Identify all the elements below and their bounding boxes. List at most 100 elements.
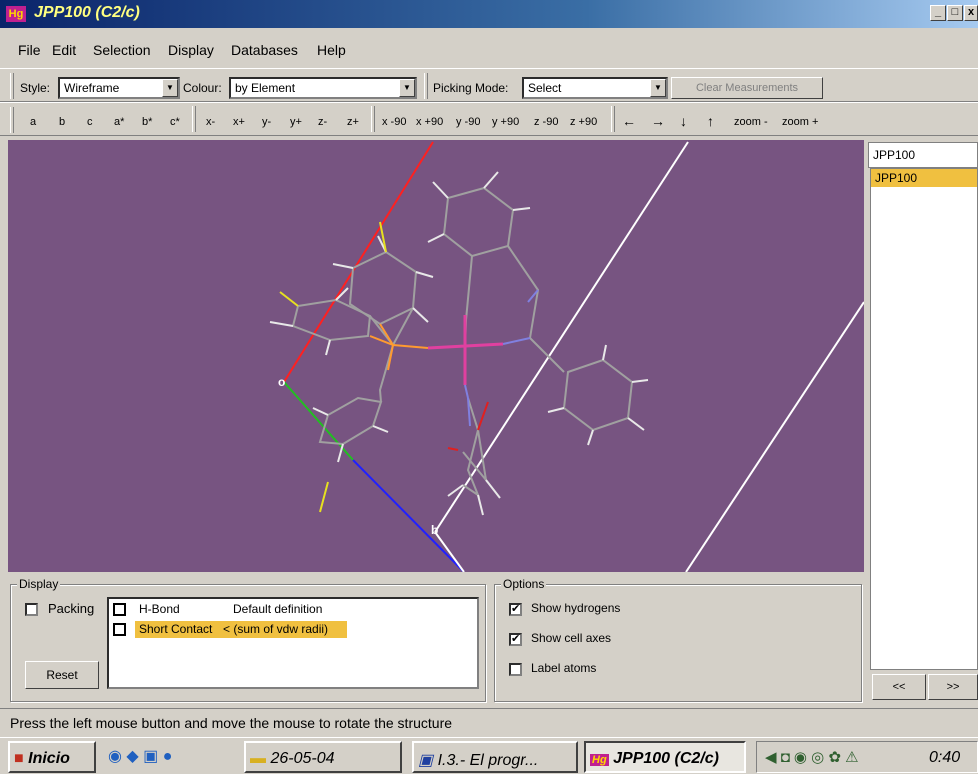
- hbond-checkbox[interactable]: [113, 603, 126, 616]
- contacts-list[interactable]: H-Bond Default definition Short Contact …: [107, 597, 479, 689]
- move-y-minus-button[interactable]: y-: [262, 116, 271, 128]
- view-b-button[interactable]: b: [59, 116, 65, 128]
- hydrogen-bonds: [269, 171, 649, 516]
- toolbar-separator: [192, 106, 196, 132]
- structure-list-item[interactable]: JPP100: [871, 169, 977, 187]
- view-b-star-button[interactable]: b*: [142, 116, 152, 128]
- maximize-button[interactable]: □: [947, 5, 963, 21]
- toolbar-grip[interactable]: [424, 73, 428, 99]
- quick-launch-icons[interactable]: ◉ ◆ ▣ ●: [108, 746, 172, 766]
- toolbar-separator: [371, 106, 375, 132]
- picking-mode-label: Picking Mode:: [433, 81, 509, 95]
- next-structure-button[interactable]: >>: [928, 674, 978, 700]
- move-z-minus-button[interactable]: z-: [318, 116, 327, 128]
- clock: 0:40: [929, 749, 961, 766]
- show-hydrogens-label: Show hydrogens: [531, 601, 621, 615]
- move-x-minus-button[interactable]: x-: [206, 116, 215, 128]
- nitrogen-bonds: [464, 289, 539, 427]
- show-hydrogens-checkbox[interactable]: ✔: [509, 603, 522, 616]
- style-select[interactable]: Wireframe ▼: [58, 77, 180, 99]
- toolbar-grip[interactable]: [10, 107, 14, 133]
- app-logo-icon: Hg: [6, 6, 26, 22]
- toolbar-separator: [611, 106, 615, 132]
- app-logo-icon: Hg: [590, 754, 609, 766]
- menu-file[interactable]: File: [18, 42, 41, 58]
- chevron-down-icon[interactable]: ▼: [399, 79, 415, 97]
- picking-mode-select[interactable]: Select ▼: [522, 77, 668, 99]
- colour-select[interactable]: by Element ▼: [229, 77, 417, 99]
- menu-edit[interactable]: Edit: [52, 42, 76, 58]
- toolbar-grip[interactable]: [10, 73, 14, 99]
- style-label: Style:: [20, 81, 51, 95]
- status-bar: Press the left mouse button and move the…: [0, 708, 978, 736]
- view-a-button[interactable]: a: [30, 116, 36, 128]
- folder-icon: ▬: [250, 750, 266, 767]
- view-c-star-button[interactable]: c*: [170, 116, 180, 128]
- arrow-left-icon[interactable]: ←: [622, 113, 636, 129]
- rotate-z-plus-button[interactable]: z +90: [570, 116, 597, 128]
- chevron-down-icon[interactable]: ▼: [162, 79, 178, 97]
- structure-list[interactable]: JPP100: [870, 168, 978, 670]
- clear-measurements-button[interactable]: Clear Measurements: [671, 77, 823, 99]
- move-y-plus-button[interactable]: y+: [290, 116, 302, 128]
- menu-selection[interactable]: Selection: [93, 42, 151, 58]
- axis-label-origin: o: [278, 375, 285, 389]
- menu-display[interactable]: Display: [168, 42, 214, 58]
- menu-help[interactable]: Help: [317, 42, 346, 58]
- rotate-x-minus-button[interactable]: x -90: [382, 116, 406, 128]
- show-cell-axes-checkbox[interactable]: ✔: [509, 633, 522, 646]
- arrow-down-icon[interactable]: ↓: [680, 113, 687, 129]
- title-bar: Hg JPP100 (C2/c) _ □ x: [0, 0, 978, 28]
- view-c-button[interactable]: c: [87, 116, 93, 128]
- taskbar-folder-button[interactable]: ▬ 26-05-04: [244, 741, 402, 773]
- structure-viewport[interactable]: o b: [8, 140, 864, 572]
- reset-button[interactable]: Reset: [25, 661, 99, 689]
- menu-bar: File Edit Selection Display Databases He…: [0, 28, 978, 68]
- packing-checkbox[interactable]: [25, 603, 38, 616]
- view-a-star-button[interactable]: a*: [114, 116, 124, 128]
- close-button[interactable]: x: [964, 5, 978, 21]
- cell-edge: [434, 531, 465, 572]
- arrow-up-icon[interactable]: ↑: [707, 113, 714, 129]
- structure-name-field[interactable]: JPP100: [868, 142, 978, 168]
- display-group: Display Packing Reset H-Bond Default def…: [10, 577, 486, 702]
- tray-icons[interactable]: ◀ ◘ ◉ ◎ ✿ ⚠: [765, 748, 859, 766]
- move-z-plus-button[interactable]: z+: [347, 116, 359, 128]
- zoom-out-button[interactable]: zoom -: [734, 116, 768, 128]
- taskbar: ■ Inicio ◉ ◆ ▣ ● ▬ 26-05-04 ▣ I.3.- El p…: [0, 737, 978, 774]
- taskbar-app-button[interactable]: Hg JPP100 (C2/c): [584, 741, 746, 773]
- previous-structure-button[interactable]: <<: [872, 674, 926, 700]
- system-tray: ◀ ◘ ◉ ◎ ✿ ⚠ 0:40: [756, 741, 978, 773]
- folder-label: 26-05-04: [270, 750, 335, 767]
- phosphorus-bonds: [369, 323, 429, 371]
- arrow-right-icon[interactable]: →: [651, 113, 665, 129]
- rotate-z-minus-button[interactable]: z -90: [534, 116, 558, 128]
- fluorine-bonds: [279, 221, 387, 513]
- show-cell-axes-label: Show cell axes: [531, 631, 612, 645]
- cell-edge: [434, 141, 689, 533]
- chevron-down-icon[interactable]: ▼: [650, 79, 666, 97]
- minimize-button[interactable]: _: [930, 5, 946, 21]
- start-label: Inicio: [28, 750, 70, 767]
- word-label: I.3.- El progr...: [437, 752, 539, 769]
- zoom-in-button[interactable]: zoom +: [782, 116, 818, 128]
- hbond-name: H-Bond: [139, 602, 180, 616]
- structure-panel: JPP100 JPP100 << >>: [868, 140, 978, 706]
- short-contact-name: Short Contact: [139, 622, 213, 636]
- start-button[interactable]: ■ Inicio: [8, 741, 96, 773]
- windows-logo-icon: ■: [14, 750, 24, 767]
- short-contact-definition: < (sum of vdw radii): [223, 622, 329, 636]
- molecule-render: o b: [269, 141, 864, 572]
- label-atoms-checkbox[interactable]: [509, 663, 522, 676]
- rotate-y-plus-button[interactable]: y +90: [492, 116, 519, 128]
- app-label: JPP100 (C2/c): [613, 750, 719, 767]
- short-contact-checkbox[interactable]: [113, 623, 126, 636]
- taskbar-word-button[interactable]: ▣ I.3.- El progr...: [412, 741, 578, 773]
- rotate-x-plus-button[interactable]: x +90: [416, 116, 443, 128]
- menu-databases[interactable]: Databases: [231, 42, 298, 58]
- rotate-y-minus-button[interactable]: y -90: [456, 116, 480, 128]
- picking-mode-value: Select: [528, 81, 562, 95]
- move-x-plus-button[interactable]: x+: [233, 116, 245, 128]
- packing-label: Packing: [48, 601, 95, 616]
- display-group-caption: Display: [17, 577, 61, 591]
